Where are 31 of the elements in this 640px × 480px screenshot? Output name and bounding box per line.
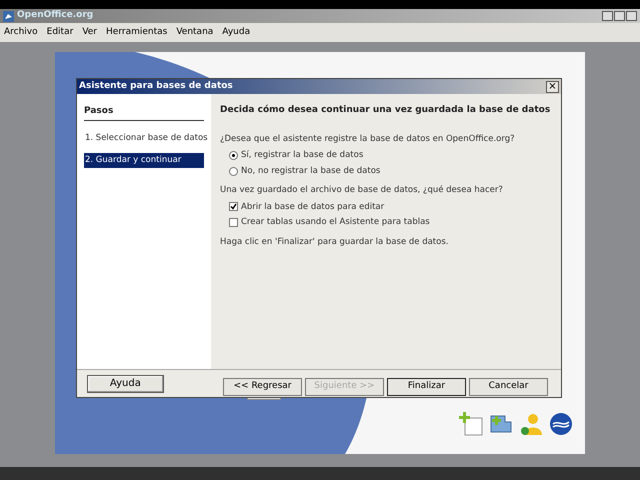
help-button[interactable]: Ayuda bbox=[87, 374, 164, 392]
app-logo-icon bbox=[3, 10, 14, 22]
radio-option[interactable]: No, no registrar la base de datos bbox=[229, 165, 561, 178]
steps-title: Pasos bbox=[84, 105, 204, 120]
new-document-icon[interactable] bbox=[459, 412, 483, 436]
checkbox-option[interactable]: Abrir la base de datos para editar bbox=[229, 200, 561, 214]
menu-item[interactable]: Herramientas bbox=[106, 26, 168, 40]
dialog-title: Asistente para bases de datos bbox=[79, 80, 233, 93]
step-item[interactable]: 2. Guardar y continuar bbox=[84, 153, 204, 168]
note-text: Haga clic en 'Finalizar' para guardar la base de datos. bbox=[220, 236, 450, 249]
wizard-button[interactable]: << Regresar bbox=[223, 378, 302, 396]
checkbox[interactable] bbox=[229, 218, 238, 228]
wizard-button[interactable]: Finalizar bbox=[387, 378, 466, 396]
radio-option[interactable]: Sí, registrar la base de datos bbox=[229, 149, 561, 162]
radio-button[interactable] bbox=[229, 151, 238, 160]
question-text: ¿Desea que el asistente registre la base de datos en OpenOffice.org? bbox=[220, 132, 516, 146]
globe-icon[interactable] bbox=[549, 412, 573, 436]
menu-item[interactable]: Ventana bbox=[176, 26, 214, 40]
menu-item[interactable]: Ayuda bbox=[222, 26, 250, 40]
user-icon[interactable] bbox=[519, 412, 543, 436]
checkbox[interactable] bbox=[229, 202, 238, 212]
wizard-button[interactable]: Cancelar bbox=[469, 378, 548, 396]
close-button[interactable]: × bbox=[546, 80, 559, 92]
menu-item[interactable]: Editar bbox=[46, 26, 74, 40]
radio-button[interactable] bbox=[229, 166, 238, 176]
window-title: OpenOffice.org bbox=[17, 9, 94, 22]
menu-item[interactable]: Ver bbox=[82, 26, 98, 40]
page-heading: Decida cómo desea continuar una vez guardada la base de datos bbox=[220, 104, 552, 117]
checkbox-option[interactable]: Crear tablas usando el Asistente para tablas bbox=[229, 216, 561, 229]
menu-item[interactable]: Archivo bbox=[4, 26, 38, 40]
question-text: Una vez guardado el archivo de base de datos, ¿qué desea hacer? bbox=[220, 184, 504, 196]
